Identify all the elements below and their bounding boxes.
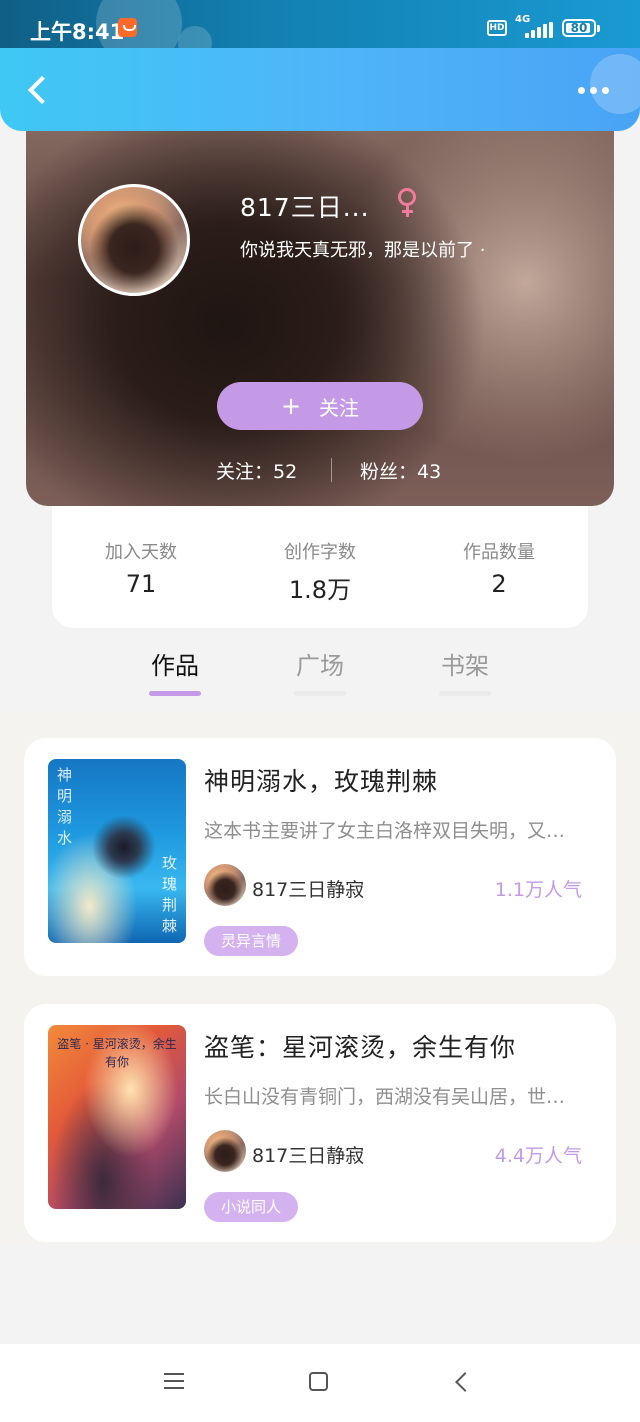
book-description: 这本书主要讲了女主白洛梓双目失明，又…: [204, 820, 566, 842]
follow-button-label: 关注: [319, 395, 360, 420]
tab-indicator: [294, 691, 346, 696]
tab-label: 书架: [441, 652, 489, 680]
author-name: 817三日静寂: [252, 879, 365, 901]
female-icon: [398, 188, 416, 217]
book-title[interactable]: 盗笔：星河滚烫，余生有你: [204, 1028, 516, 1064]
stat-value: 1.8万: [288, 576, 352, 604]
top-header: [0, 48, 640, 131]
works-list: 神明溺水 玫瑰荆棘 神明溺水，玫瑰荆棘 这本书主要讲了女主白洛梓双目失明，又… …: [0, 712, 640, 1244]
work-card[interactable]: 盗笔 · 星河滚烫，余生有你 盗笔：星河滚烫，余生有你 长白山没有青铜门，西湖没…: [24, 1004, 616, 1242]
app-notification-icon: [118, 18, 137, 37]
status-bar: 上午8:41 HD 4G 80: [0, 0, 640, 66]
author-avatar: [204, 864, 246, 906]
status-time: 上午8:41: [30, 20, 125, 44]
battery-icon: 80: [562, 19, 600, 37]
stats-panel: 加入天数 71 创作字数 1.8万 作品数量 2: [52, 506, 588, 628]
home-square-icon[interactable]: [309, 1372, 328, 1391]
content-bottom-space: [0, 1244, 640, 1344]
book-cover[interactable]: 盗笔 · 星河滚烫，余生有你: [48, 1025, 186, 1209]
profile-card: 817三日... 你说我天真无邪，那是以前了 · + 关注 关注：52 粉丝：4…: [26, 100, 614, 506]
hd-badge: HD: [487, 20, 507, 36]
author-name: 817三日静寂: [252, 1145, 365, 1167]
book-cover[interactable]: 神明溺水 玫瑰荆棘: [48, 759, 186, 943]
menu-icon[interactable]: [164, 1373, 184, 1391]
tab-works[interactable]: 作品: [125, 646, 225, 696]
popularity-count: 1.1万人气: [494, 879, 582, 901]
follow-button[interactable]: + 关注: [217, 382, 423, 430]
tabs-bar: 作品 广场 书架: [0, 628, 640, 712]
cover-title-text: 盗笔 · 星河滚烫，余生有你: [57, 1037, 177, 1069]
book-title[interactable]: 神明溺水，玫瑰荆棘: [204, 762, 438, 798]
stat-value: 71: [125, 570, 157, 598]
cover-title-text: 玫瑰荆棘: [160, 855, 178, 939]
more-dots-icon[interactable]: [572, 78, 616, 102]
following-count[interactable]: 关注：52: [216, 457, 297, 484]
back-arrow-icon[interactable]: [18, 70, 58, 110]
stat-works-count: 作品数量 2: [410, 538, 588, 598]
stat-label: 创作字数: [284, 542, 356, 563]
username: 817三日...: [240, 193, 370, 222]
signature: 你说我天真无邪，那是以前了 ·: [240, 240, 486, 261]
follow-stats: 关注：52 粉丝：43: [26, 455, 614, 485]
battery-level: 80: [570, 21, 588, 35]
stat-divider: [331, 458, 332, 482]
work-card[interactable]: 神明溺水 玫瑰荆棘 神明溺水，玫瑰荆棘 这本书主要讲了女主白洛梓双目失明，又… …: [24, 738, 616, 976]
stat-join-days: 加入天数 71: [52, 538, 230, 598]
avatar[interactable]: [78, 184, 190, 296]
stat-label: 作品数量: [463, 542, 535, 563]
system-nav-bar: [0, 1344, 640, 1422]
genre-tag[interactable]: 小说同人: [204, 1192, 299, 1222]
tab-indicator: [439, 691, 491, 696]
stat-value: 2: [491, 570, 507, 598]
author-avatar: [204, 1130, 246, 1172]
tab-square[interactable]: 广场: [270, 646, 370, 696]
stat-label: 加入天数: [105, 542, 177, 563]
tab-bookshelf[interactable]: 书架: [415, 646, 515, 696]
book-description: 长白山没有青铜门，西湖没有吴山居，世…: [204, 1086, 566, 1108]
cover-title-text: 神明溺水: [55, 767, 73, 851]
tab-indicator: [149, 691, 201, 696]
signal-icon: [513, 22, 553, 38]
stat-word-count: 创作字数 1.8万: [231, 538, 409, 605]
tab-label: 作品: [151, 652, 199, 680]
back-chevron-icon[interactable]: [455, 1372, 475, 1392]
plus-icon: +: [280, 392, 302, 420]
followers-count[interactable]: 粉丝：43: [360, 457, 441, 484]
genre-tag[interactable]: 灵异言情: [204, 926, 299, 956]
tab-label: 广场: [296, 652, 344, 680]
popularity-count: 4.4万人气: [494, 1145, 582, 1167]
